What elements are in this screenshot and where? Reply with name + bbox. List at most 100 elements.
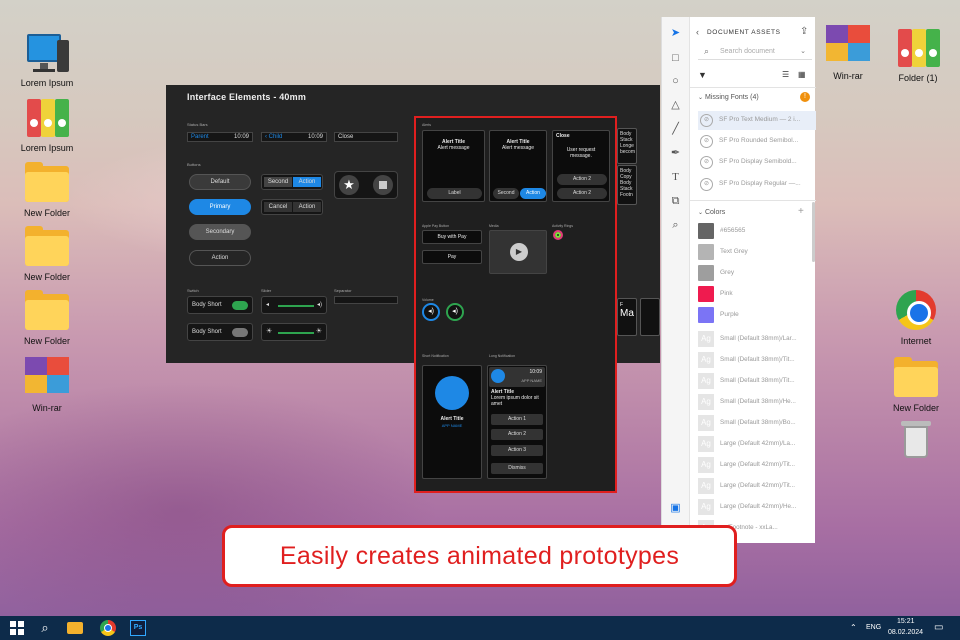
character-style-item[interactable]: Ag Large (Default 42mm)/Tit...: [698, 455, 816, 476]
grid-view-icon[interactable]: ▦: [798, 70, 806, 79]
zoom-tool-icon[interactable]: ⌕: [669, 219, 682, 232]
missing-fonts-header[interactable]: ⌄ Missing Fonts (4): [698, 94, 759, 101]
notification-icon[interactable]: ▭: [934, 622, 943, 633]
missing-font-item[interactable]: ⊘ SF Pro Rounded Semibol...: [698, 132, 816, 151]
chrome-taskbar-icon[interactable]: [100, 619, 118, 637]
clock-time[interactable]: 15:21: [897, 618, 915, 625]
primary-button[interactable]: Primary: [189, 199, 251, 215]
character-style-item[interactable]: Ag Large (Default 42mm)/He...: [698, 497, 816, 518]
desktop-icon-internet[interactable]: Internet: [880, 288, 952, 346]
character-style-item[interactable]: Ag Small (Default 38mm)/Lar...: [698, 329, 816, 350]
stop-button[interactable]: [373, 175, 393, 195]
character-style-item[interactable]: Ag Large (Default 42mm)/La...: [698, 434, 816, 455]
alert-card[interactable]: Alert Title Alert message Second Action: [489, 130, 547, 202]
polygon-tool-icon[interactable]: △: [669, 99, 682, 112]
action-button[interactable]: Action: [189, 250, 251, 266]
notification-action-button[interactable]: Action 2: [491, 429, 543, 440]
switch-row[interactable]: Body Short: [187, 323, 253, 341]
long-notification[interactable]: 10:09 APP NAME Alert Title Lorem ipsum d…: [487, 365, 547, 479]
chevron-down-icon[interactable]: ⌄: [800, 47, 806, 55]
volume-slider[interactable]: ◂ ◂): [261, 296, 327, 314]
volume-icon[interactable]: ◂): [422, 303, 440, 321]
language-indicator[interactable]: ENG: [866, 624, 881, 631]
segment-second[interactable]: Second: [264, 177, 292, 187]
segment-action[interactable]: Action: [293, 202, 321, 212]
alert-action-button[interactable]: Action 2: [557, 174, 607, 185]
desktop-icon-folder[interactable]: New Folder: [11, 288, 83, 346]
switch-row[interactable]: Body Short: [187, 296, 253, 314]
desktop-icon-winrar[interactable]: Win-rar: [11, 355, 83, 413]
status-bar-close[interactable]: Close: [334, 132, 398, 142]
select-tool-icon[interactable]: ➤: [669, 27, 682, 40]
color-swatch-item[interactable]: Text Grey: [698, 242, 816, 263]
line-tool-icon[interactable]: ╱: [669, 123, 682, 136]
search-icon[interactable]: ⌕: [36, 619, 54, 637]
rectangle-tool-icon[interactable]: □: [669, 52, 682, 65]
windows-start-icon[interactable]: [8, 619, 26, 637]
assets-panel-icon[interactable]: ▣: [669, 502, 682, 515]
artboard-tool-icon[interactable]: ⧉: [669, 195, 682, 208]
clock-date[interactable]: 08.02.2024: [888, 629, 923, 636]
pen-tool-icon[interactable]: ✒: [669, 147, 682, 160]
missing-font-item[interactable]: ⊘ SF Pro Display Semibold...: [698, 153, 816, 172]
search-input[interactable]: ⌕ Search document ⌄: [698, 44, 812, 60]
segment-cancel[interactable]: Cancel: [264, 202, 292, 212]
desktop-icon-binders[interactable]: Folder (1): [882, 25, 954, 83]
segmented-control[interactable]: Cancel Action: [261, 199, 323, 215]
character-style-item[interactable]: Ag Large (Default 42mm)/Tit...: [698, 476, 816, 497]
notification-dismiss-button[interactable]: Dismiss: [491, 463, 543, 474]
show-hidden-icons[interactable]: ⌃: [850, 623, 857, 632]
segment-action[interactable]: Action: [293, 177, 321, 187]
apple-pay-button[interactable]: Buy with Pay: [422, 230, 482, 244]
volume-icon[interactable]: ◂): [446, 303, 464, 321]
alert-action-button[interactable]: Action 2: [557, 188, 607, 199]
secondary-button[interactable]: Secondary: [189, 224, 251, 240]
star-icon[interactable]: ★: [339, 175, 359, 195]
alert-card[interactable]: Alert Title Alert message Label: [422, 130, 485, 202]
selected-artboard[interactable]: Alerts Alert Title Alert message Label A…: [414, 116, 617, 493]
alert-second-button[interactable]: Second: [493, 188, 519, 199]
sort-icon[interactable]: ☰: [782, 70, 789, 79]
default-button[interactable]: Default: [189, 174, 251, 190]
desktop-icon-recycle-bin[interactable]: [880, 418, 952, 466]
desktop-icon-winrar[interactable]: Win-rar: [812, 23, 884, 81]
notification-action-button[interactable]: Action 3: [491, 445, 543, 456]
play-icon[interactable]: ▶: [510, 243, 528, 261]
panel-scrollbar[interactable]: [812, 202, 815, 262]
photoshop-icon[interactable]: Ps: [130, 619, 148, 637]
missing-font-item[interactable]: ⊘ SF Pro Display Regular —...: [698, 175, 816, 194]
brightness-slider[interactable]: ☀ ☀: [261, 323, 327, 341]
segmented-control[interactable]: Second Action: [261, 174, 323, 190]
character-style-item[interactable]: Ag Small (Default 38mm)/Tit...: [698, 350, 816, 371]
desktop-icon-folder[interactable]: New Folder: [880, 355, 952, 413]
character-style-item[interactable]: Ag Small (Default 38mm)/Tit...: [698, 371, 816, 392]
alert-card[interactable]: Close User request message. Action 2 Act…: [552, 130, 610, 202]
alert-label-button[interactable]: Label: [427, 188, 482, 199]
missing-font-item[interactable]: ⊘ SF Pro Text Medium — 2 i...: [698, 111, 816, 130]
color-swatch-item[interactable]: Purple: [698, 305, 816, 326]
ellipse-tool-icon[interactable]: ○: [669, 75, 682, 88]
add-color-icon[interactable]: +: [798, 206, 804, 217]
color-swatch-item[interactable]: Grey: [698, 263, 816, 284]
media-player[interactable]: ▶: [489, 230, 547, 274]
toggle-switch-on[interactable]: [232, 301, 248, 310]
character-style-item[interactable]: Ag Small (Default 38mm)/He...: [698, 392, 816, 413]
color-swatch-item[interactable]: Pink: [698, 284, 816, 305]
file-explorer-icon[interactable]: [67, 619, 85, 637]
toggle-switch-off[interactable]: [232, 328, 248, 337]
text-tool-icon[interactable]: T: [669, 171, 682, 184]
short-notification[interactable]: Alert Title APP NAME: [422, 365, 482, 479]
status-bar-parent[interactable]: Parent 10:09: [187, 132, 253, 142]
color-swatch-item[interactable]: #656565: [698, 221, 816, 242]
character-style-item[interactable]: Ag Small (Default 38mm)/Bo...: [698, 413, 816, 434]
desktop-icon-computer[interactable]: Lorem Ipsum: [11, 30, 83, 88]
back-chevron-icon[interactable]: ‹: [696, 27, 699, 37]
notification-action-button[interactable]: Action 1: [491, 414, 543, 425]
colors-header[interactable]: ⌄ Colors: [698, 209, 725, 216]
filter-icon[interactable]: ▼: [698, 70, 707, 80]
desktop-icon-folder[interactable]: New Folder: [11, 224, 83, 282]
alert-action-button[interactable]: Action: [520, 188, 546, 199]
desktop-icon-folder[interactable]: New Folder: [11, 160, 83, 218]
share-icon[interactable]: ⇪: [800, 26, 808, 37]
status-bar-child[interactable]: ‹ Child 10:09: [261, 132, 327, 142]
